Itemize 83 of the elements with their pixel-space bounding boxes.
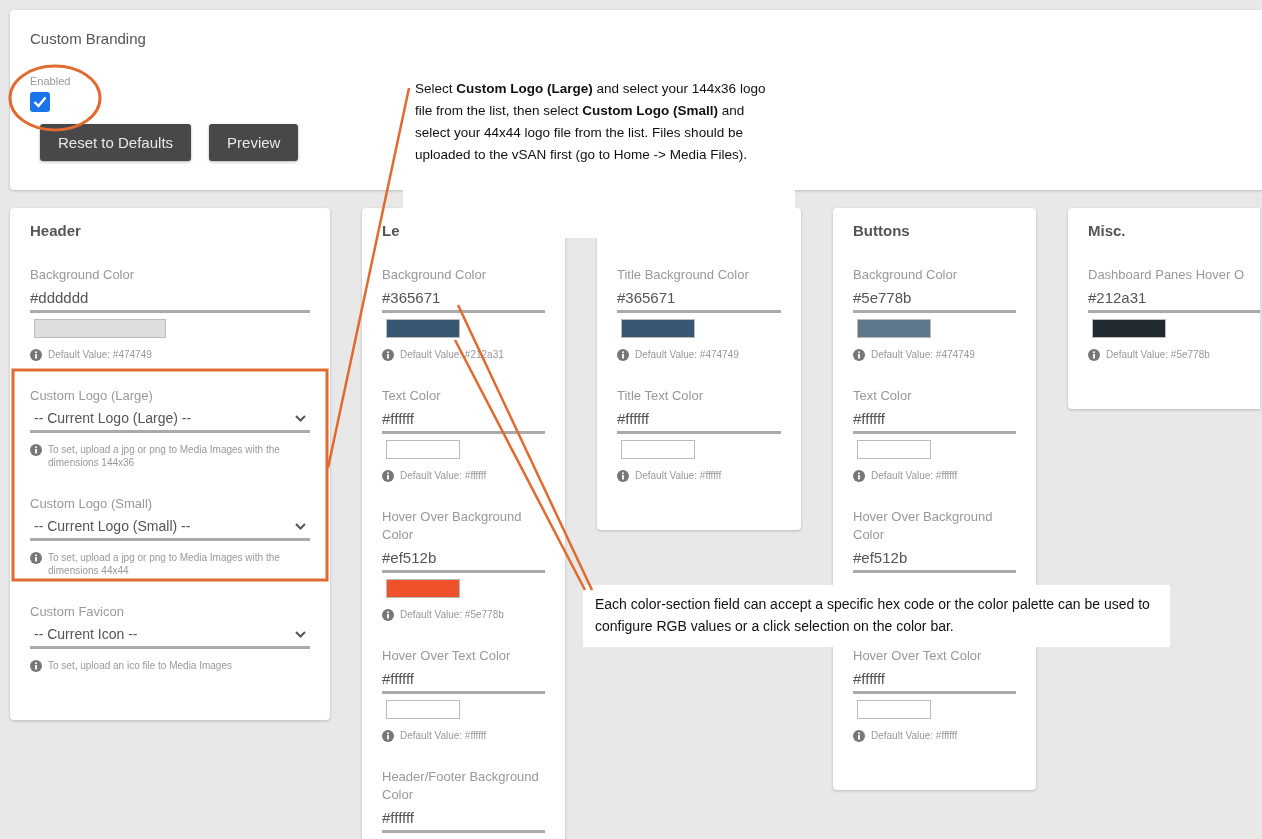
info-icon [382, 609, 394, 621]
color-input[interactable]: #365671 [617, 284, 781, 313]
info-icon [30, 444, 42, 456]
info-icon [617, 349, 629, 361]
color-input[interactable]: #ffffff [382, 804, 545, 833]
color-swatch[interactable] [1092, 319, 1166, 338]
color-input[interactable]: #212a31 [1088, 284, 1260, 313]
info-icon [30, 349, 42, 361]
annotation-callout: Each color-section field can accept a specific hex code or the color palette can be used to configure RGB values or a click selection on the color bar. [583, 585, 1170, 647]
color-swatch[interactable] [857, 319, 931, 338]
color-swatch[interactable] [621, 319, 695, 338]
info-icon [382, 470, 394, 482]
info-icon [382, 730, 394, 742]
checkbox-label: Enabled [30, 75, 71, 87]
color-swatch[interactable] [386, 579, 460, 598]
color-input[interactable]: #ffffff [382, 665, 545, 694]
field-label: Header/Footer Background Color [382, 768, 540, 804]
field-hint: Default Value: #5e778b [400, 608, 504, 621]
field-hint: Default Value: #474749 [635, 348, 739, 361]
field-hint: To set, upload a jpg or png to Media Images with the dimensions 44x44 [48, 551, 281, 577]
field-hint: To set, upload a jpg or png to Media Images with the dimensions 144x36 [48, 443, 281, 469]
color-input[interactable]: #ffffff [617, 405, 781, 434]
field-label: Hover Over Text Color [853, 647, 983, 665]
field-label: Title Background Color [617, 266, 750, 284]
chevron-down-icon [295, 630, 306, 638]
info-icon [382, 349, 394, 361]
color-input[interactable]: #dddddd [30, 284, 310, 313]
info-icon [30, 552, 42, 564]
color-input[interactable]: #ffffff [382, 405, 545, 434]
field-hint: Default Value: #474749 [871, 348, 975, 361]
info-icon [853, 470, 865, 482]
field-label: Hover Over Text Color [382, 647, 512, 665]
color-swatch[interactable] [857, 440, 931, 459]
color-input[interactable]: #5e778b [853, 284, 1016, 313]
field-label: Hover Over Background Color [382, 508, 523, 544]
field-label: Custom Logo (Large) [30, 387, 154, 405]
info-icon [853, 349, 865, 361]
field-hint: Default Value: #474749 [48, 348, 152, 361]
field-label: Background Color [30, 266, 136, 284]
color-input[interactable]: #365671 [382, 284, 545, 313]
color-input[interactable]: #ffffff [853, 405, 1016, 434]
color-input[interactable]: #ef512b [382, 544, 545, 573]
info-icon [1088, 349, 1100, 361]
color-swatch[interactable] [386, 319, 460, 338]
card-title: Le [382, 222, 400, 239]
chevron-down-icon [295, 414, 306, 422]
color-input[interactable]: #ef512b [853, 544, 1016, 573]
field-hint: Default Value: #ffffff [635, 469, 722, 482]
card-title: Misc. [1088, 222, 1126, 239]
info-icon [30, 660, 42, 672]
info-icon [853, 730, 865, 742]
action-button[interactable]: Reset to Defaults [40, 124, 192, 161]
color-swatch[interactable] [857, 700, 931, 719]
field-hint: Default Value: #5e778b [1106, 348, 1210, 361]
select-dropdown[interactable]: -- Current Logo (Large) -- [30, 405, 310, 433]
field-hint: Default Value: #ffffff [400, 469, 487, 482]
color-swatch[interactable] [34, 319, 166, 338]
action-button[interactable]: Preview [209, 124, 299, 161]
color-swatch[interactable] [386, 440, 460, 459]
field-label: Custom Logo (Small) [30, 495, 154, 513]
color-swatch[interactable] [386, 700, 460, 719]
select-dropdown[interactable]: -- Current Icon -- [30, 621, 310, 649]
field-hint: To set, upload an ico file to Media Images [48, 659, 232, 672]
field-label: Text Color [853, 387, 913, 405]
field-label: Custom Favicon [30, 603, 125, 621]
color-input[interactable]: #ffffff [853, 665, 1016, 694]
field-label: Background Color [853, 266, 959, 284]
color-swatch[interactable] [621, 440, 695, 459]
field-label: Dashboard Panes Hover O [1088, 266, 1246, 284]
field-hint: Default Value: #ffffff [871, 469, 958, 482]
enabled-checkbox[interactable] [30, 92, 50, 112]
info-icon [617, 470, 629, 482]
field-hint: Default Value: #ffffff [871, 729, 958, 742]
field-label: Title Text Color [617, 387, 704, 405]
card-title: Buttons [853, 222, 910, 239]
card-title: Header [30, 222, 81, 239]
field-label: Text Color [382, 387, 442, 405]
select-dropdown[interactable]: -- Current Logo (Small) -- [30, 513, 310, 541]
chevron-down-icon [295, 522, 306, 530]
field-hint: Default Value: #ffffff [400, 729, 487, 742]
field-label: Background Color [382, 266, 488, 284]
field-label: Hover Over Background Color [853, 508, 994, 544]
card-title: Custom Branding [30, 30, 147, 47]
